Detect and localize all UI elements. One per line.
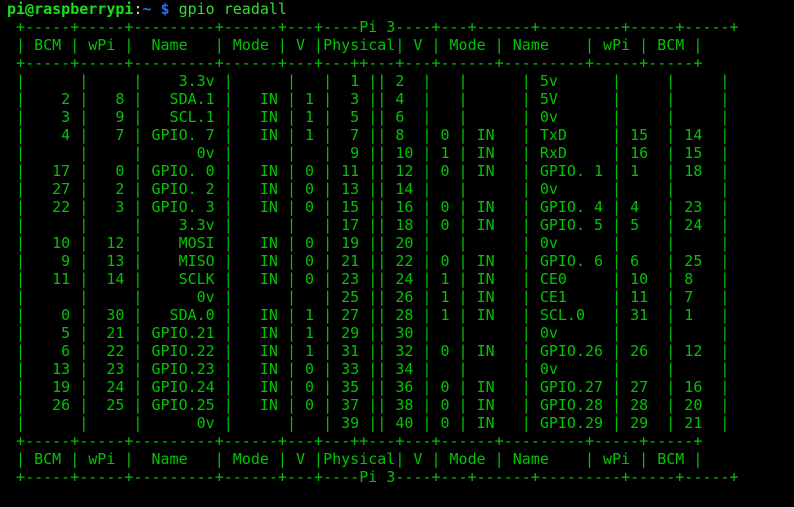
terminal-window[interactable]: pi@raspberrypi:~ $ gpio readall +-----+-… bbox=[0, 0, 794, 507]
prompt-space-2 bbox=[170, 0, 179, 18]
prompt-dollar-sign: $ bbox=[160, 0, 170, 18]
table-separator-bottom: +-----+-----+---------+------+---+----Pi… bbox=[7, 468, 739, 486]
table-row: | 9 | 13 | MISO | IN | 0 | 21 || 22 | 0 … bbox=[7, 252, 730, 270]
table-row: | 3 | 9 | SCL.1 | IN | 1 | 5 || 6 | | | … bbox=[7, 108, 730, 126]
table-row: | 26 | 25 | GPIO.25 | IN | 0 | 37 || 38 … bbox=[7, 396, 730, 414]
table-row: | 10 | 12 | MOSI | IN | 0 | 19 || 20 | |… bbox=[7, 234, 730, 252]
table-header-row: | BCM | wPi | Name | Mode | V |Physical|… bbox=[7, 36, 703, 54]
table-footer-row: | BCM | wPi | Name | Mode | V |Physical|… bbox=[7, 450, 703, 468]
table-row: | 2 | 8 | SDA.1 | IN | 1 | 3 || 4 | | | … bbox=[7, 90, 730, 108]
table-row: | 5 | 21 | GPIO.21 | IN | 1 | 29 || 30 |… bbox=[7, 324, 730, 342]
table-row: | 27 | 2 | GPIO. 2 | IN | 0 | 13 || 14 |… bbox=[7, 180, 730, 198]
table-row: | 4 | 7 | GPIO. 7 | IN | 1 | 7 || 8 | 0 … bbox=[7, 126, 730, 144]
prompt-user-host: pi@raspberrypi bbox=[7, 0, 134, 18]
table-row: | 17 | 0 | GPIO. 0 | IN | 0 | 11 || 12 |… bbox=[7, 162, 730, 180]
gpio-readall-table: +-----+-----+---------+------+---+----Pi… bbox=[7, 18, 794, 486]
table-row: | 0 | 30 | SDA.0 | IN | 1 | 27 || 28 | 1… bbox=[7, 306, 730, 324]
table-row: | | | 0v | | | 39 || 40 | 0 | IN | GPIO.… bbox=[7, 414, 730, 432]
typed-command: gpio readall bbox=[178, 0, 287, 18]
table-row: | 19 | 24 | GPIO.24 | IN | 0 | 35 || 36 … bbox=[7, 378, 730, 396]
table-row: | 13 | 23 | GPIO.23 | IN | 0 | 33 || 34 … bbox=[7, 360, 730, 378]
table-separator-above-footer: +-----+-----+---------+------+---+---++-… bbox=[7, 432, 703, 450]
table-row: | 22 | 3 | GPIO. 3 | IN | 0 | 15 || 16 |… bbox=[7, 198, 730, 216]
table-row: | | | 3.3v | | | 1 || 2 | | | 5v | | | bbox=[7, 72, 730, 90]
table-row: | | | 3.3v | | | 17 || 18 | 0 | IN | GPI… bbox=[7, 216, 730, 234]
table-separator-under-header: +-----+-----+---------+------+---+---++-… bbox=[7, 54, 703, 72]
table-row: | 11 | 14 | SCLK | IN | 0 | 23 || 24 | 1… bbox=[7, 270, 730, 288]
table-row: | | | 0v | | | 25 || 26 | 1 | IN | CE1 |… bbox=[7, 288, 730, 306]
table-separator-top: +-----+-----+---------+------+---+----Pi… bbox=[7, 18, 739, 36]
prompt-path: ~ bbox=[142, 0, 152, 18]
table-row: | | | 0v | | | 9 || 10 | 1 | IN | RxD | … bbox=[7, 144, 730, 162]
table-row: | 6 | 22 | GPIO.22 | IN | 1 | 31 || 32 |… bbox=[7, 342, 730, 360]
prompt-line: pi@raspberrypi:~ $ gpio readall bbox=[7, 0, 794, 18]
